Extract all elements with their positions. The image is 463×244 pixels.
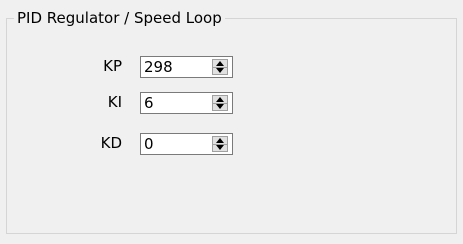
groupbox-title: PID Regulator / Speed Loop xyxy=(14,9,225,27)
ki-label: KI xyxy=(107,93,122,111)
triangle-up-icon xyxy=(216,97,224,102)
ki-value[interactable]: 6 xyxy=(144,93,154,113)
kd-spin-buttons xyxy=(212,136,228,152)
kp-spin-buttons xyxy=(212,59,228,75)
kd-value[interactable]: 0 xyxy=(144,134,154,154)
kp-spinbox[interactable]: 298 xyxy=(140,56,233,78)
triangle-up-icon xyxy=(216,61,224,66)
pid-settings-panel: PID Regulator / Speed Loop KP 298 KI 6 K… xyxy=(0,0,463,244)
triangle-down-icon xyxy=(216,68,224,73)
triangle-down-icon xyxy=(216,145,224,150)
kp-value[interactable]: 298 xyxy=(144,57,173,77)
kd-spinbox[interactable]: 0 xyxy=(140,133,233,155)
kd-label: KD xyxy=(100,134,122,152)
ki-decrement-button[interactable] xyxy=(213,103,227,110)
kd-decrement-button[interactable] xyxy=(213,144,227,151)
kp-decrement-button[interactable] xyxy=(213,67,227,74)
ki-spinbox[interactable]: 6 xyxy=(140,92,233,114)
triangle-up-icon xyxy=(216,138,224,143)
pid-speed-loop-groupbox xyxy=(6,18,457,234)
kp-label: KP xyxy=(103,57,122,75)
ki-spin-buttons xyxy=(212,95,228,111)
triangle-down-icon xyxy=(216,104,224,109)
